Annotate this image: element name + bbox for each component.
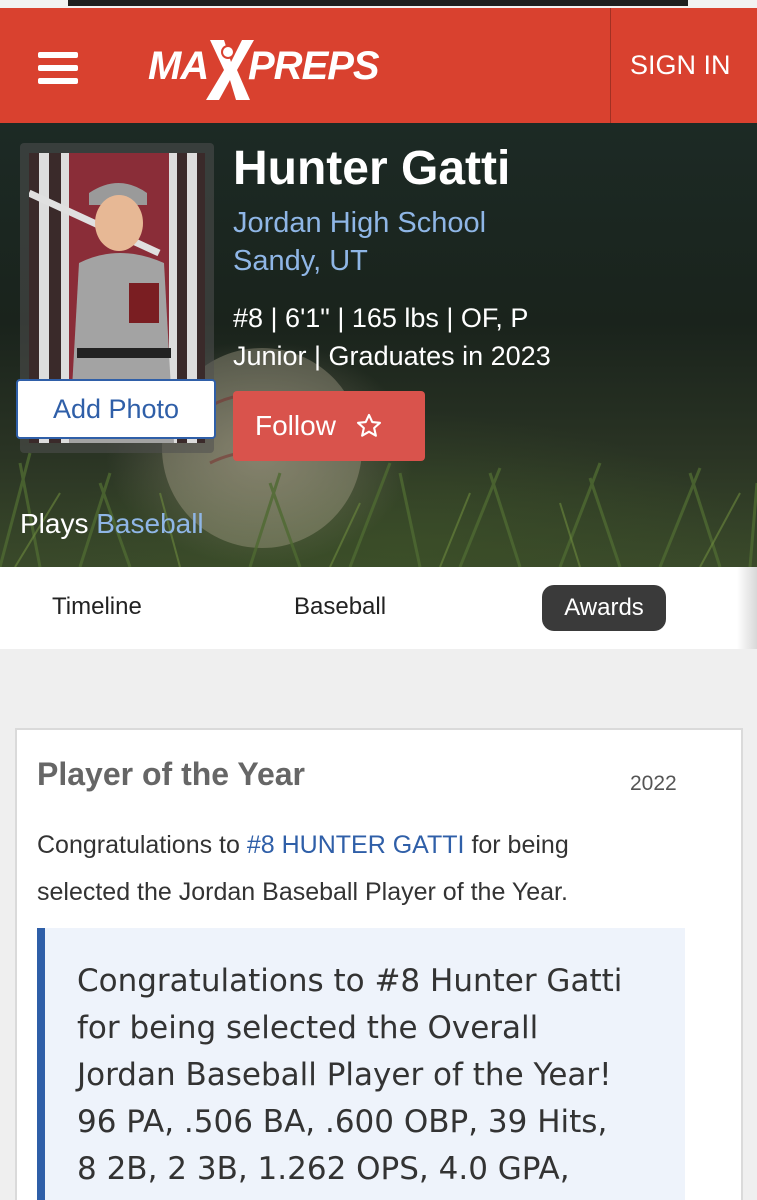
profile-hero: Add Photo Hunter Gatti Jordan High Schoo… <box>0 123 757 567</box>
tab-awards[interactable]: Awards <box>542 585 666 631</box>
player-link[interactable]: #8 HUNTER GATTI <box>247 831 465 859</box>
follow-label: Follow <box>255 410 336 441</box>
star-outline-icon <box>356 413 381 437</box>
quote-line: Congratulations to #8 Hunter Gatti <box>77 963 623 999</box>
player-class-line: Junior | Graduates in 2023 <box>233 341 551 371</box>
maxpreps-logo[interactable]: MA PREPS <box>148 36 380 100</box>
award-desc-suffix: for being <box>471 831 569 859</box>
award-title: Player of the Year <box>37 756 305 792</box>
quote-line: 96 PA, .506 BA, .600 OBP, 39 Hits, <box>77 1104 608 1140</box>
award-year: 2022 <box>630 772 677 795</box>
award-description: Congratulations to #8 HUNTER GATTI for b… <box>37 822 657 916</box>
award-quote-text: Congratulations to #8 Hunter Gatti for b… <box>77 958 677 1193</box>
top-strip <box>0 0 757 8</box>
follow-button[interactable]: Follow <box>233 391 425 461</box>
logo-text-left: MA <box>148 44 209 88</box>
profile-tabs: Timeline Baseball Awards <box>0 567 757 649</box>
top-strip-bar <box>68 0 688 6</box>
award-card: Player of the Year 2022 Congratulations … <box>15 728 743 1200</box>
location-link[interactable]: Sandy, UT <box>233 245 368 278</box>
top-navbar: MA PREPS SIGN IN <box>0 8 757 123</box>
player-stats-line: #8 | 6'1" | 165 lbs | OF, P <box>233 303 529 333</box>
tabs-scroll-fade <box>737 567 757 649</box>
plays-line: Plays Baseball <box>20 508 204 540</box>
sign-in-link[interactable]: SIGN IN <box>630 50 731 81</box>
logo-text-right: PREPS <box>248 44 380 88</box>
quote-line: Jordan Baseball Player of the Year! <box>77 1057 612 1093</box>
tab-timeline[interactable]: Timeline <box>52 593 142 621</box>
plays-sport-link[interactable]: Baseball <box>96 508 203 539</box>
plays-prefix: Plays <box>20 508 89 539</box>
award-desc-line2: selected the Jordan Baseball Player of t… <box>37 878 568 906</box>
navbar-divider <box>610 8 611 123</box>
hamburger-menu-icon[interactable] <box>38 52 80 86</box>
quote-line: 8 2B, 2 3B, 1.262 OPS, 4.0 GPA, <box>77 1151 570 1187</box>
add-photo-button[interactable]: Add Photo <box>16 379 216 439</box>
school-link[interactable]: Jordan High School <box>233 207 486 240</box>
quote-line: for being selected the Overall <box>77 1010 539 1046</box>
player-name: Hunter Gatti <box>233 142 511 195</box>
award-desc-prefix: Congratulations to <box>37 831 240 859</box>
award-quote: Congratulations to #8 Hunter Gatti for b… <box>37 928 685 1200</box>
tab-baseball[interactable]: Baseball <box>294 593 386 621</box>
